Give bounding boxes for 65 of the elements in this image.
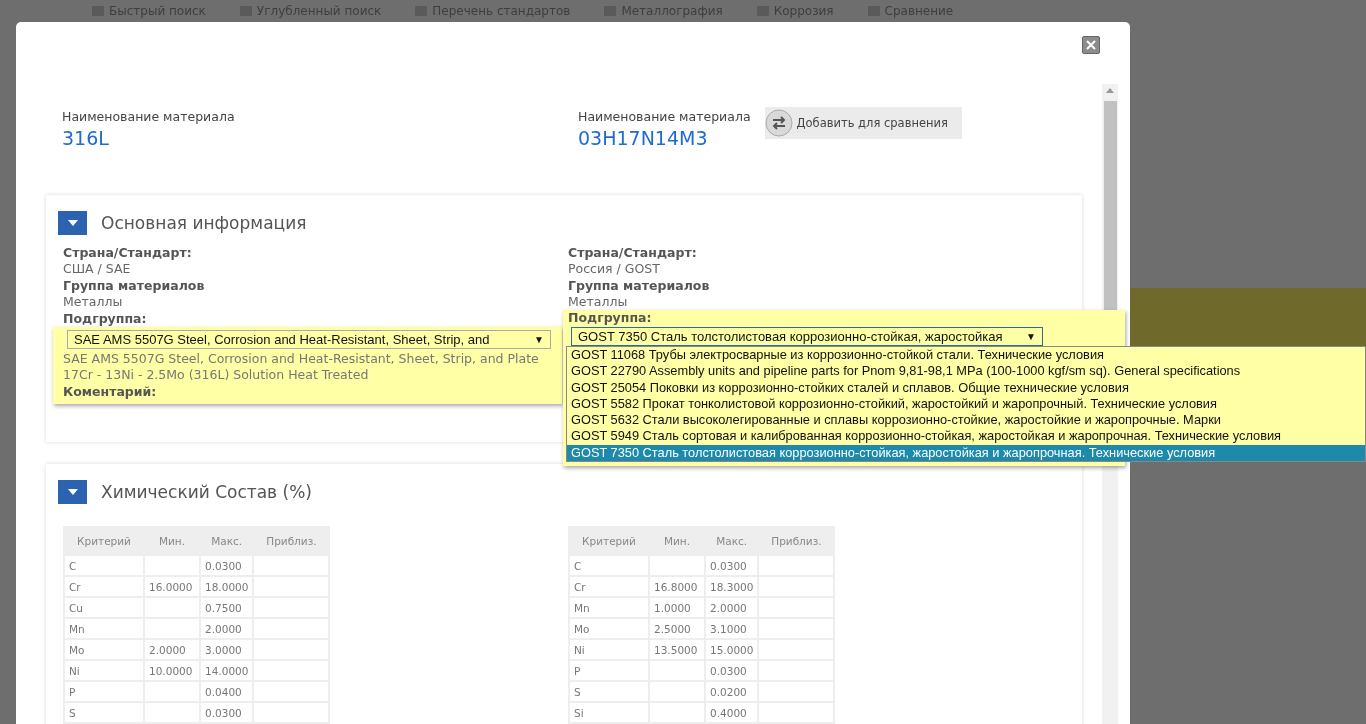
table-cell: 18.0000 (201, 577, 253, 596)
field-label: Страна/Стандарт: (63, 245, 193, 262)
field-value: США / SAE (63, 261, 132, 278)
field-label: Коментарий: (63, 383, 158, 401)
field-value: Металлы (63, 294, 124, 311)
table-cell: 0.0300 (706, 661, 758, 680)
table-cell: C (570, 556, 648, 575)
table-cell: 3.1000 (706, 619, 758, 638)
table-cell: 0.0300 (201, 703, 253, 722)
table-cell: Ni (570, 640, 648, 659)
table-cell: 0.0400 (201, 682, 253, 701)
table-cell: 13.5000 (650, 640, 704, 659)
column-header: Мин. (157, 534, 187, 549)
column-header: Приблиз. (265, 534, 318, 549)
table-cell: 1.0000 (650, 598, 704, 617)
field-label: Подгруппа: (568, 310, 653, 327)
material-label: Наименование материала (62, 108, 235, 126)
field-label: Подгруппа: (63, 310, 148, 328)
column-header: Макс. (715, 534, 749, 549)
section-title: Химический Состав (%) (101, 482, 312, 502)
field-value: Металлы (568, 294, 629, 311)
table-cell: 2.0000 (706, 598, 758, 617)
table-cell: Ni (65, 661, 143, 680)
material-label: Наименование материала (578, 108, 751, 126)
field-label: Группа материалов (568, 277, 711, 295)
material-name: 03H17N14M3 (578, 126, 709, 150)
table-cell: 3.0000 (201, 640, 253, 659)
table-cell: 18.3000 (706, 577, 758, 596)
table-cell: Mo (570, 619, 648, 638)
table-cell: S (65, 703, 143, 722)
table-cell: P (570, 661, 648, 680)
table-cell: 2.0000 (145, 640, 199, 659)
material-name: 316L (62, 126, 110, 150)
table-cell: 16.0000 (145, 577, 199, 596)
table-cell: 0.0200 (706, 682, 758, 701)
table-cell: S (570, 682, 648, 701)
table-cell: 2.5000 (650, 619, 704, 638)
column-header: Приблиз. (770, 534, 823, 549)
table-cell: 14.0000 (201, 661, 253, 680)
table-cell: 0.7500 (201, 598, 253, 617)
table-cell: C (65, 556, 143, 575)
column-header: Макс. (210, 534, 244, 549)
table-cell: Mn (570, 598, 648, 617)
description-text: SAE AMS 5507G Steel, Corrosion and Heat-Resistant, Sheet, Strip, and Plate 17Cr - 13Ni - 2.5Mo (316L) Solution Heat Treated (63, 351, 540, 384)
column-header: Мин. (662, 534, 692, 549)
table-cell: Si (570, 703, 648, 722)
table-cell: 16.8000 (650, 577, 704, 596)
table-cell: Mo (65, 640, 143, 659)
field-label: Группа материалов (63, 277, 206, 295)
table-cell: P (65, 682, 143, 701)
table-cell: 0.4000 (706, 703, 758, 722)
table-cell: 0.0300 (201, 556, 253, 575)
table-cell: 0.0300 (706, 556, 758, 575)
table-cell: Mn (65, 619, 143, 638)
table-cell: Cr (65, 577, 143, 596)
section-title: Основная информация (101, 213, 307, 233)
column-header: Критерий (76, 534, 132, 549)
table-cell: Cr (570, 577, 648, 596)
column-header: Критерий (581, 534, 637, 549)
field-label: Страна/Стандарт: (568, 245, 698, 262)
table-cell: Cu (65, 598, 143, 617)
field-value: Россия / GOST (568, 261, 661, 278)
table-cell: 2.0000 (201, 619, 253, 638)
table-cell: 10.0000 (145, 661, 199, 680)
table-cell: 15.0000 (706, 640, 758, 659)
